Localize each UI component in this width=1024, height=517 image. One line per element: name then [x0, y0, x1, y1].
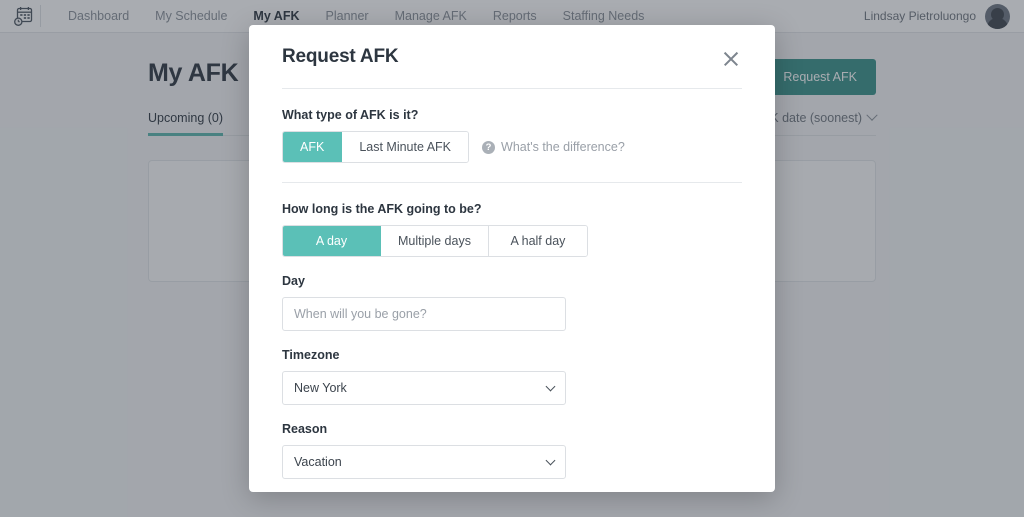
afk-duration-option-a-half-day[interactable]: A half day: [489, 226, 587, 256]
whats-the-difference-link[interactable]: ? What's the difference?: [482, 140, 625, 154]
reason-select-wrap: Vacation: [282, 445, 566, 479]
afk-duration-option-a-day[interactable]: A day: [283, 226, 381, 256]
afk-type-toggle-group: AFK Last Minute AFK: [282, 131, 469, 163]
timezone-label: Timezone: [282, 348, 742, 362]
whats-the-difference-label: What's the difference?: [501, 140, 625, 154]
afk-type-row: AFK Last Minute AFK ? What's the differe…: [282, 131, 742, 163]
timezone-select-wrap: New York: [282, 371, 566, 405]
timezone-select[interactable]: New York: [282, 371, 566, 405]
modal-divider-2: [282, 182, 742, 183]
afk-duration-option-multiple-days[interactable]: Multiple days: [381, 226, 489, 256]
question-mark-icon: ?: [482, 141, 495, 154]
modal-header: Request AFK: [282, 25, 742, 70]
afk-type-label: What type of AFK is it?: [282, 108, 742, 122]
reason-select[interactable]: Vacation: [282, 445, 566, 479]
modal-divider: [282, 88, 742, 89]
close-icon[interactable]: [720, 48, 742, 70]
day-label: Day: [282, 274, 742, 288]
afk-type-option-last-minute-afk[interactable]: Last Minute AFK: [342, 132, 468, 162]
afk-duration-toggle-group: A day Multiple days A half day: [282, 225, 588, 257]
afk-duration-label: How long is the AFK going to be?: [282, 202, 742, 216]
afk-type-option-afk[interactable]: AFK: [283, 132, 342, 162]
reason-label: Reason: [282, 422, 742, 436]
day-input[interactable]: [282, 297, 566, 331]
modal-title: Request AFK: [282, 46, 398, 68]
request-afk-modal: Request AFK What type of AFK is it? AFK …: [249, 25, 775, 492]
